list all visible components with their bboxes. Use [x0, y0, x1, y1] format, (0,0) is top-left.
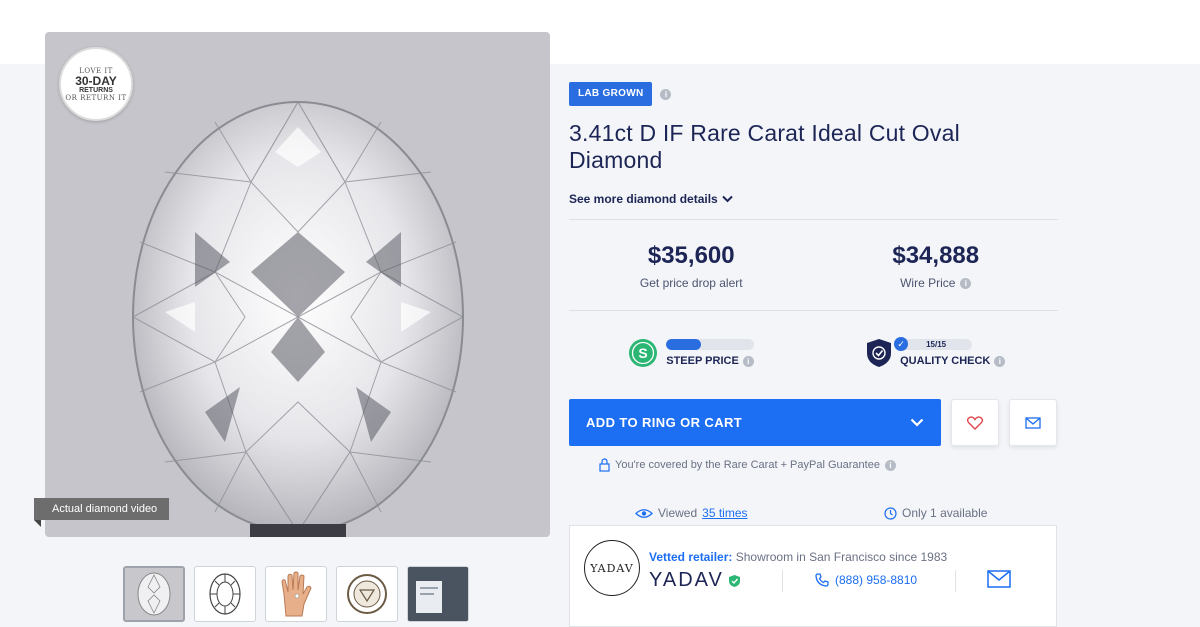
quality-check-label: QUALITY CHECK: [900, 355, 991, 367]
steep-price-bar-fill: [666, 339, 702, 350]
wire-price-label-row: Wire Price i: [814, 276, 1059, 290]
views-stat: Viewed 35 times: [569, 506, 814, 520]
vetted-retailer-line: Vetted retailer: Showroom in San Francis…: [649, 550, 947, 564]
email-button[interactable]: [1009, 399, 1057, 446]
info-icon[interactable]: i: [742, 355, 754, 367]
see-more-label: See more diamond details: [569, 192, 718, 206]
oval-diamond-thumb-icon: [137, 572, 171, 616]
lock-icon: [599, 458, 610, 472]
verified-shield-icon: [728, 574, 740, 587]
eye-icon: [635, 508, 653, 518]
shield-check-icon: [867, 339, 892, 367]
paypal-guarantee: You're covered by the Rare Carat + PayPa…: [569, 458, 1058, 472]
svg-text:S: S: [639, 345, 648, 361]
info-icon[interactable]: i: [660, 88, 672, 100]
price-section: $35,600 Get price drop alert $34,888 Wir…: [569, 220, 1058, 310]
price-drop-alert-link[interactable]: Get price drop alert: [569, 276, 814, 290]
thumbnail-outline-diagram[interactable]: [194, 566, 256, 622]
price-drop-label: Get price drop alert: [639, 276, 743, 290]
retailer-card: YADAV Vetted retailer: Showroom in San F…: [569, 525, 1057, 627]
steep-price-metric[interactable]: S STEEP PRICE i: [569, 338, 814, 368]
steep-price-label: STEEP PRICE: [666, 355, 739, 367]
info-icon[interactable]: i: [994, 355, 1006, 367]
media-thumbnails: [123, 566, 469, 622]
info-icon[interactable]: i: [884, 459, 896, 471]
wire-price: $34,888 Wire Price i: [814, 220, 1059, 310]
availability-text: Only 1 available: [902, 506, 988, 520]
availability-stat: Only 1 available: [814, 506, 1059, 520]
thumbnail-lab-report[interactable]: [407, 566, 469, 622]
returns-badge-returns: RETURNS: [79, 86, 113, 94]
chevron-down-icon: [722, 195, 733, 203]
retailer-logo: YADAV: [584, 540, 640, 596]
lab-grown-badge: LAB GROWN: [569, 82, 653, 106]
quality-score: 15/15: [926, 340, 947, 349]
wire-price-label: Wire Price: [900, 276, 956, 290]
retailer-logo-text: YADAV: [590, 561, 634, 575]
wire-price-value: $34,888: [892, 242, 980, 269]
divider: [782, 570, 783, 592]
cart-actions: ADD TO RING OR CART: [569, 399, 1058, 446]
oval-outline-icon: [209, 573, 241, 615]
vetted-text: Showroom in San Francisco since 1983: [735, 550, 948, 564]
thumbnail-certificate-seal[interactable]: [336, 566, 398, 622]
thirty-day-returns-badge: LOVE IT 30-DAY RETURNS OR RETURN IT: [59, 47, 133, 121]
thumbnail-diamond-photo[interactable]: [123, 566, 185, 622]
retailer-phone-link[interactable]: (888) 958-8810: [815, 573, 917, 587]
quality-score-pill: ✓ 15/15: [894, 337, 973, 351]
lab-report-icon: [408, 567, 468, 621]
returns-badge-bottom: OR RETURN IT: [65, 93, 127, 102]
vetted-label: Vetted retailer:: [649, 550, 733, 564]
guarantee-text: You're covered by the Rare Carat + PayPa…: [615, 459, 880, 471]
mail-icon: [1025, 416, 1041, 429]
product-info: LAB GROWN i 3.41ct D IF Rare Carat Ideal…: [569, 82, 1058, 520]
returns-badge-days: 30-DAY: [75, 73, 117, 88]
divider: [955, 570, 956, 592]
viewed-count-link[interactable]: 35 times: [702, 506, 747, 520]
check-icon: ✓: [894, 337, 909, 351]
metrics-section: S STEEP PRICE i ✓ 15/15 QUALITY CHECK i: [569, 311, 1058, 395]
steep-price-bar: [666, 339, 755, 350]
dollar-sign-icon: S: [629, 339, 658, 367]
chevron-down-icon: [910, 418, 924, 427]
quality-check-metric[interactable]: ✓ 15/15 QUALITY CHECK i: [814, 337, 1059, 368]
retailer-name-text: YADAV: [649, 569, 724, 591]
retailer-email-button[interactable]: [987, 570, 1011, 593]
badge-row: LAB GROWN i: [569, 82, 1058, 106]
list-price: $35,600 Get price drop alert: [569, 220, 814, 310]
favorite-button[interactable]: [951, 399, 999, 446]
mail-icon: [987, 570, 1011, 588]
stats-row: Viewed 35 times Only 1 available: [569, 506, 1058, 520]
clock-icon: [884, 506, 897, 520]
cart-button-label: ADD TO RING OR CART: [586, 415, 743, 430]
thumbnail-hand-view[interactable]: [265, 566, 327, 622]
phone-icon: [815, 573, 829, 587]
hand-icon: [281, 571, 312, 617]
product-title: 3.41ct D IF Rare Carat Ideal Cut Oval Di…: [569, 120, 960, 173]
actual-video-label: Actual diamond video: [34, 498, 170, 527]
certificate-seal-icon: [347, 574, 387, 614]
info-icon[interactable]: i: [960, 277, 972, 289]
viewed-prefix: Viewed: [658, 506, 698, 520]
heart-icon: [967, 415, 983, 430]
see-more-details-link[interactable]: See more diamond details: [569, 192, 1058, 206]
add-to-ring-or-cart-button[interactable]: ADD TO RING OR CART: [569, 399, 941, 446]
list-price-value: $35,600: [647, 242, 735, 269]
retailer-name[interactable]: YADAV: [649, 569, 741, 592]
retailer-phone: (888) 958-8810: [835, 573, 918, 587]
